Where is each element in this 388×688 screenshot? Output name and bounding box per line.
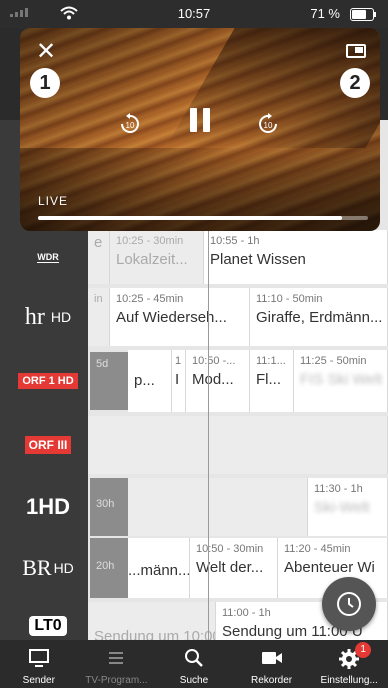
video-camera-icon [261,652,282,664]
picture-in-picture-icon[interactable] [346,44,366,58]
tab-tv-programm[interactable]: TV-Program... [78,640,156,688]
tab-sender[interactable]: Sender [0,640,78,688]
battery-icon [350,8,376,21]
tab-rekorder[interactable]: Rekorder [233,640,311,688]
program-cell[interactable]: 11:10 - 50min Giraffe, Erdmänn... [250,288,388,346]
row-hr: hr HD in 10:25 - 45min Auf Wiederseh... 1… [0,288,388,346]
gray-marker: 30h [90,478,128,536]
tv-icon [28,649,49,667]
battery-percent: 71 % [310,6,340,21]
annotation-badge-2: 2 [340,68,370,98]
program-cell[interactable]: ...männ... [128,538,190,598]
progress-fill [38,216,342,220]
video-player[interactable]: ✕ 1 2 10 10 LIVE [20,28,380,231]
notification-badge: 1 [355,642,372,658]
program-cell[interactable]: p... [128,350,172,412]
program-cell[interactable] [88,416,388,474]
row-wdr: WDR e 10:25 - 30min Lokalzeit... 10:55 - … [0,230,388,284]
row-orf3: ORF III [0,416,388,474]
live-label: LIVE [38,194,69,208]
channel-logo-hr[interactable]: hr HD [8,288,88,346]
program-cell[interactable]: 10:50 -... Mod... [186,350,250,412]
progress-bar[interactable] [38,216,368,220]
program-cell[interactable]: 1I [172,350,186,412]
program-cell[interactable]: 11:25 - 50min FIS Ski Welt [294,350,388,412]
program-cell[interactable]: 11:1... Fl... [250,350,294,412]
program-cell[interactable] [128,478,308,536]
svg-text:10: 10 [126,121,135,130]
program-cell[interactable]: 10:55 - 1h Planet Wissen [204,230,388,284]
program-cell[interactable]: 10:25 - 30min Lokalzeit... [110,230,204,284]
rewind-10-button[interactable]: 10 [118,112,142,141]
forward-10-button[interactable]: 10 [256,112,280,141]
gray-marker: 20h [90,538,128,598]
row-one: 1HD 30h 11:30 - 1h Ski-Welt [0,478,388,536]
row-orf1: ORF 1 HD 5d p... 1I 10:50 -... Mod... 11:… [0,350,388,412]
search-icon [184,649,203,667]
status-bar: 10:57 71 % [0,0,388,28]
program-cell[interactable]: 11:30 - 1h Ski-Welt [308,478,388,536]
program-cell[interactable]: 10:25 - 45min Auf Wiederseh... [110,288,250,346]
pause-button[interactable] [190,108,210,132]
now-button[interactable] [322,577,376,631]
program-cell[interactable]: in [88,288,110,346]
tab-suche[interactable]: Suche [155,640,233,688]
channel-logo-wdr[interactable]: WDR [8,230,88,284]
channel-logo-one[interactable]: 1HD [8,478,88,536]
tab-einstellungen[interactable]: 1 Einstellung... [310,640,388,688]
channel-logo-orf1[interactable]: ORF 1 HD [8,350,88,412]
channel-logo-orf3[interactable]: ORF III [8,416,88,474]
close-button[interactable]: ✕ [36,40,56,64]
list-icon [109,652,124,664]
program-cell[interactable]: 10:50 - 30min Welt der... [190,538,278,598]
gray-marker: 5d [90,352,128,410]
program-cell[interactable]: e [88,230,110,284]
channel-logo-br[interactable]: BR HD [8,538,88,598]
clock-icon [337,592,361,616]
tab-bar: Sender TV-Program... Suche Rekorder 1 Ei… [0,640,388,688]
svg-text:10: 10 [264,121,273,130]
annotation-badge-1: 1 [30,68,60,98]
